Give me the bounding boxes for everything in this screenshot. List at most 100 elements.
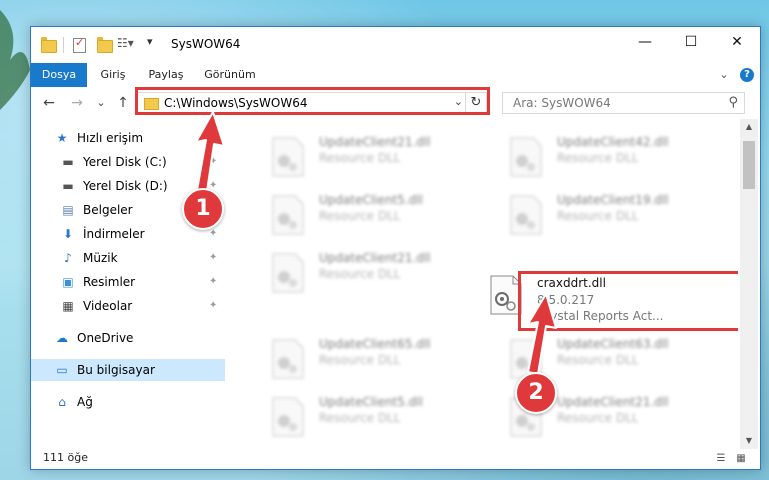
sidebar-item-label: OneDrive xyxy=(77,331,134,345)
search-placeholder: Ara: SysWOW64 xyxy=(513,96,611,110)
properties-icon[interactable] xyxy=(73,36,86,53)
sidebar-item-label: Hızlı erişim xyxy=(77,131,144,145)
sidebar-item-label: Videolar xyxy=(83,299,133,313)
sidebar-item-videos[interactable]: ▦ Videolar ✦ xyxy=(31,295,225,317)
drive-icon: ▬ xyxy=(62,179,74,193)
file-description: Resource DLL xyxy=(319,411,401,425)
star-icon: ★ xyxy=(56,131,68,145)
download-icon: ⬇ xyxy=(62,227,74,241)
sidebar-item-label: Yerel Disk (D:) xyxy=(83,179,168,193)
file-description: Resource DLL xyxy=(557,411,639,425)
file-description: Resource DLL xyxy=(319,353,401,367)
sidebar-item-label: Ağ xyxy=(77,395,93,409)
file-description: Resource DLL xyxy=(557,209,639,223)
file-item[interactable]: UpdateClient5.dll Resource DLL xyxy=(251,389,481,443)
sidebar-item-label: Bu bilgisayar xyxy=(77,363,155,377)
file-name: UpdateClient5.dll xyxy=(319,193,423,207)
pin-icon[interactable]: ✦ xyxy=(209,151,217,173)
window-title: SysWOW64 xyxy=(171,37,241,51)
dll-file-icon xyxy=(272,339,304,379)
file-item[interactable]: UpdateClient65.dll Resource DLL xyxy=(251,331,481,385)
customize-toolbar-icon[interactable]: ☷▾ xyxy=(117,36,134,50)
pictures-icon: ▣ xyxy=(62,275,74,289)
search-box[interactable]: Ara: SysWOW64 ⚲ xyxy=(502,92,745,114)
close-button[interactable]: ✕ xyxy=(714,27,760,57)
help-icon[interactable]: ? xyxy=(740,68,754,82)
new-folder-icon[interactable] xyxy=(97,37,113,53)
file-name: UpdateClient21.dll xyxy=(557,395,669,409)
file-item[interactable]: UpdateClient5.dll Resource DLL xyxy=(251,187,481,241)
file-list: UpdateClient21.dll Resource DLL UpdateCl… xyxy=(231,119,738,449)
file-item[interactable]: UpdateClient42.dll Resource DLL xyxy=(489,129,719,183)
file-name: UpdateClient65.dll xyxy=(319,337,431,351)
file-name: UpdateClient21.dll xyxy=(319,251,431,265)
file-name: UpdateClient21.dll xyxy=(319,135,431,149)
videos-icon: ▦ xyxy=(62,299,74,313)
sidebar-item-label: İndirmeler xyxy=(83,227,145,241)
maximize-button[interactable]: ☐ xyxy=(668,27,714,57)
sidebar-item-local-disk-c[interactable]: ▬ Yerel Disk (C:) ✦ xyxy=(31,151,225,173)
file-description: Resource DLL xyxy=(319,151,401,165)
folder-icon xyxy=(41,37,57,53)
scroll-up-icon[interactable]: ▲ xyxy=(740,119,758,135)
file-item[interactable]: UpdateClient21.dll Resource DLL xyxy=(251,245,481,299)
search-icon[interactable]: ⚲ xyxy=(728,95,738,110)
dll-file-icon xyxy=(272,195,304,235)
file-name: UpdateClient42.dll xyxy=(557,135,669,149)
dll-file-icon xyxy=(272,253,304,293)
back-button[interactable]: ← xyxy=(41,95,57,111)
sidebar-item-network[interactable]: ⌂ Ağ xyxy=(31,391,225,413)
file-item[interactable]: UpdateClient19.dll Resource DLL xyxy=(489,187,719,241)
file-name: UpdateClient5.dll xyxy=(319,395,423,409)
scroll-thumb[interactable] xyxy=(743,141,755,189)
file-name: UpdateClient63.dll xyxy=(557,337,669,351)
collapse-ribbon-icon[interactable]: ⌄ xyxy=(717,68,731,82)
scroll-down-icon[interactable]: ▼ xyxy=(740,433,758,449)
large-icons-view-icon[interactable]: ▦ xyxy=(735,453,747,465)
minimize-button[interactable]: — xyxy=(622,27,668,57)
sidebar-item-label: Resimler xyxy=(83,275,136,289)
step-badge-2: 2 xyxy=(515,372,557,414)
forward-button[interactable]: → xyxy=(69,95,85,111)
tab-gorunum[interactable]: Görünüm xyxy=(199,63,261,87)
dll-file-icon xyxy=(510,137,542,177)
file-item[interactable]: UpdateClient21.dll Resource DLL xyxy=(251,129,481,183)
sidebar-item-this-pc[interactable]: ▭ Bu bilgisayar xyxy=(31,359,225,381)
sidebar-item-quick-access[interactable]: ★ Hızlı erişim xyxy=(31,127,225,149)
drive-icon: ▬ xyxy=(62,155,74,169)
highlight-box-address xyxy=(135,87,490,115)
sidebar-item-label: Müzik xyxy=(83,251,118,265)
status-bar: 111 öğe ☰ ▦ xyxy=(31,449,760,469)
file-description: Resource DLL xyxy=(319,209,401,223)
dll-file-icon xyxy=(272,137,304,177)
sidebar-item-onedrive[interactable]: ☁ OneDrive xyxy=(31,327,225,349)
tab-paylas[interactable]: Paylaş xyxy=(141,63,191,87)
pin-icon[interactable]: ✦ xyxy=(209,247,217,269)
details-view-icon[interactable]: ☰ xyxy=(715,453,727,465)
vertical-scrollbar[interactable]: ▲ ▼ xyxy=(740,119,758,449)
pin-icon[interactable]: ✦ xyxy=(209,271,217,293)
navigation-pane: ★ Hızlı erişim ▬ Yerel Disk (C:) ✦ ▬ Yer… xyxy=(31,119,225,449)
music-icon: ♪ xyxy=(64,251,72,265)
tab-giris[interactable]: Giriş xyxy=(91,63,135,87)
highlight-box-file xyxy=(518,271,738,331)
ribbon-tabs: Dosya Giriş Paylaş Görünüm ⌄ ? xyxy=(31,63,760,117)
sidebar-item-music[interactable]: ♪ Müzik ✦ xyxy=(31,247,225,269)
sidebar-item-label: Yerel Disk (C:) xyxy=(83,155,167,169)
computer-icon: ▭ xyxy=(56,363,68,377)
file-description: Resource DLL xyxy=(319,267,401,281)
file-description: Resource DLL xyxy=(557,151,639,165)
recent-locations-button[interactable]: ⌄ xyxy=(93,95,109,111)
file-description: Resource DLL xyxy=(557,353,639,367)
documents-icon: ▤ xyxy=(62,203,74,217)
up-button[interactable]: ↑ xyxy=(115,95,131,111)
sidebar-item-label: Belgeler xyxy=(83,203,133,217)
pin-icon[interactable]: ✦ xyxy=(209,295,217,317)
step-badge-1: 1 xyxy=(182,188,224,230)
file-name: UpdateClient19.dll xyxy=(557,193,669,207)
cloud-icon: ☁ xyxy=(56,331,68,345)
quick-access-dropdown-icon[interactable]: ▾ xyxy=(147,35,153,48)
title-bar: ☷▾ ▾ SysWOW64 — ☐ ✕ xyxy=(31,27,760,63)
item-count: 111 öğe xyxy=(43,451,88,464)
sidebar-item-pictures[interactable]: ▣ Resimler ✦ xyxy=(31,271,225,293)
